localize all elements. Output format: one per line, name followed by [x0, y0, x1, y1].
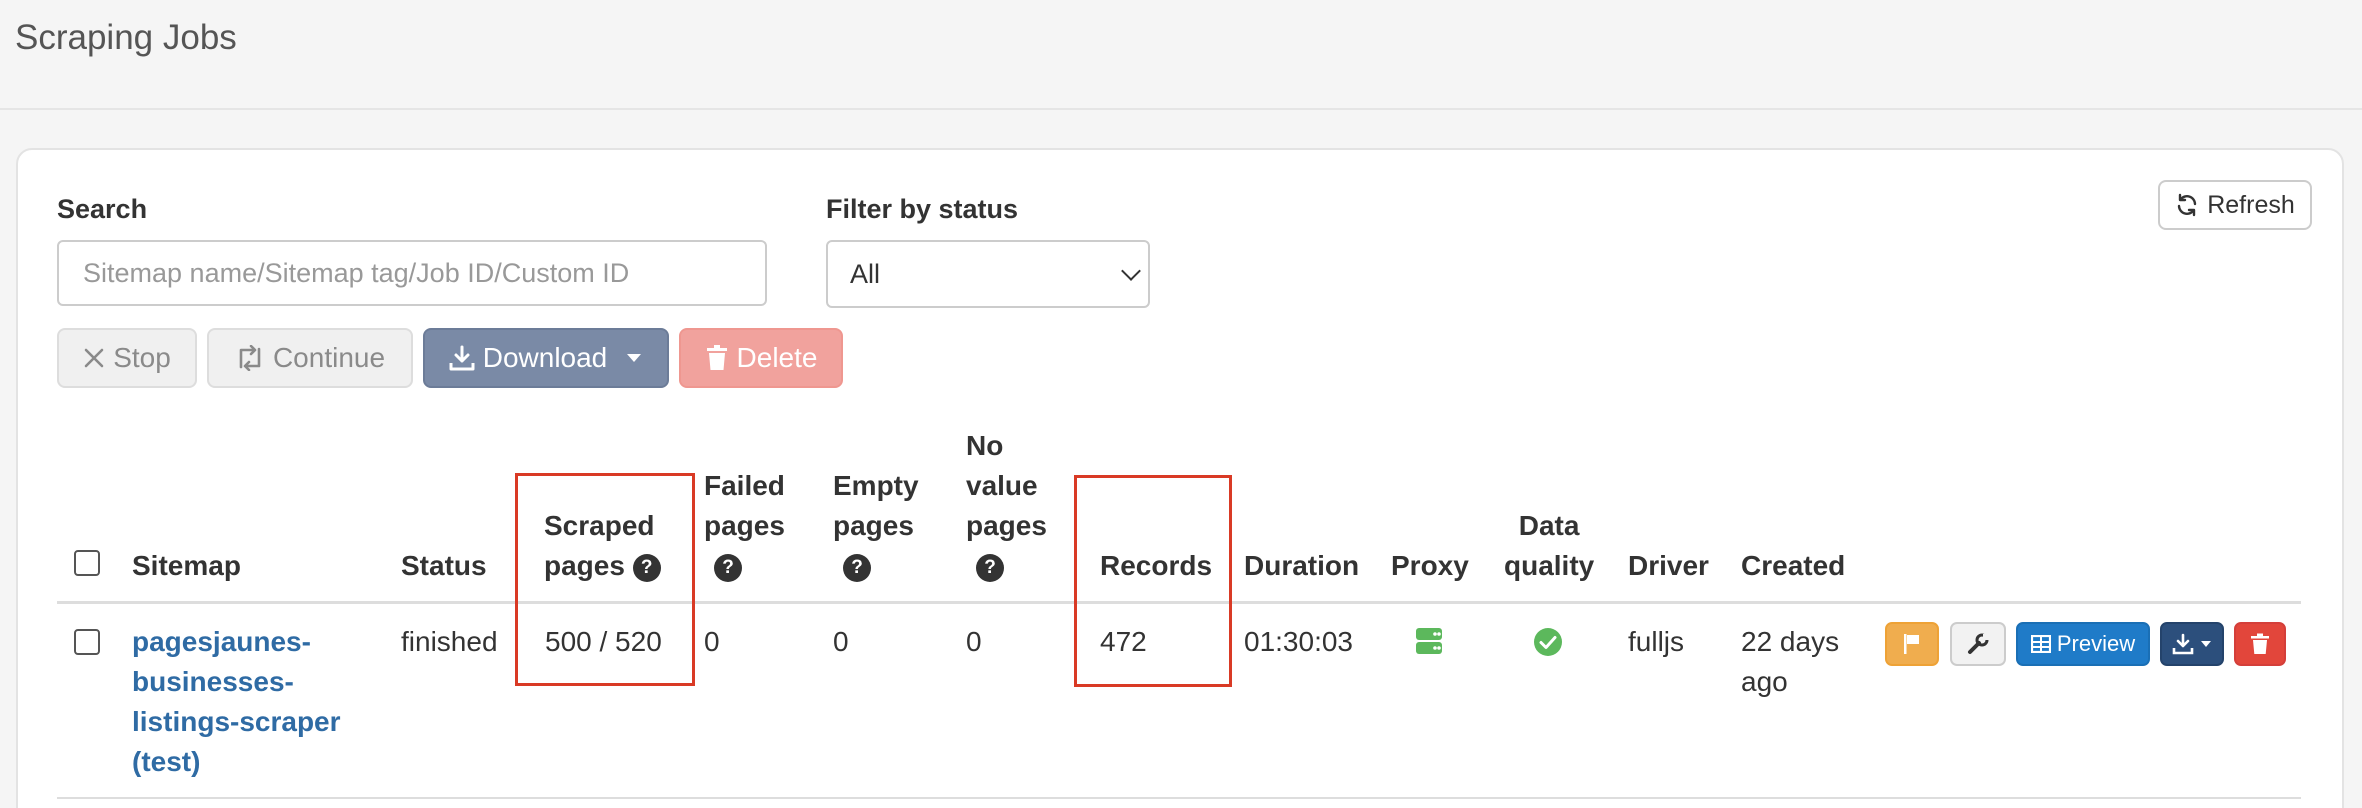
status-filter-select[interactable]: All	[826, 240, 1150, 308]
duration-value: 01:30:03	[1244, 626, 1353, 657]
sitemap-link-line: listings-scraper	[132, 706, 341, 737]
wrench-icon	[1968, 633, 1989, 654]
created-value-line: 22 days	[1741, 626, 1840, 657]
help-icon[interactable]: ?	[714, 553, 742, 582]
help-icon[interactable]: ?	[843, 553, 871, 582]
column-no-value-pages-line3: pages	[966, 510, 1047, 541]
download-icon	[2172, 633, 2194, 655]
continue-button[interactable]: Continue	[207, 328, 413, 388]
no-value-pages-value: 0	[966, 626, 982, 657]
download-button[interactable]: Download	[423, 328, 669, 388]
column-created[interactable]: Created	[1741, 546, 1845, 586]
continue-label: Continue	[272, 342, 386, 373]
help-icon[interactable]: ?	[976, 553, 1004, 582]
refresh-label: Refresh	[2207, 190, 2295, 219]
stop-label: Stop	[113, 342, 171, 373]
flag-icon	[1904, 634, 1919, 654]
flag-button[interactable]	[1885, 622, 1939, 666]
column-data-quality[interactable]: Data quality	[1504, 506, 1594, 586]
sitemap-link-line: (test)	[132, 746, 201, 777]
column-empty-pages-line1: Empty	[833, 470, 919, 501]
column-sitemap[interactable]: Sitemap	[132, 546, 241, 586]
scraped-pages-highlight	[515, 473, 695, 686]
caret-down-icon	[2201, 641, 2211, 647]
column-failed-pages[interactable]: Failed pages ?	[704, 466, 785, 586]
driver-value: fulljs	[1628, 626, 1685, 657]
column-data-quality-line1: Data	[1518, 510, 1580, 541]
preview-button[interactable]: Preview	[2016, 622, 2150, 666]
delete-label: Delete	[736, 342, 818, 373]
sitemap-link[interactable]: pagesjaunes- businesses- listings-scrape…	[132, 622, 341, 782]
created-value: 22 days ago	[1741, 622, 1839, 702]
delete-button[interactable]: Delete	[679, 328, 843, 388]
stop-button[interactable]: Stop	[57, 328, 197, 388]
sitemap-link-line: businesses-	[132, 666, 294, 697]
filter-label: Filter by status	[826, 194, 1019, 224]
page-title: Scraping Jobs	[15, 18, 237, 57]
page-header: Scraping Jobs	[0, 0, 2362, 110]
server-icon	[1416, 628, 1442, 654]
preview-label: Preview	[2056, 631, 2136, 656]
trash-icon	[2251, 633, 2269, 654]
empty-pages-value: 0	[833, 626, 849, 657]
sitemap-link-line: pagesjaunes-	[132, 626, 311, 657]
select-all-checkbox[interactable]	[74, 550, 100, 576]
close-icon	[84, 348, 104, 368]
column-no-value-pages-line2: value	[966, 470, 1038, 501]
table-icon	[2030, 635, 2051, 653]
download-icon	[449, 345, 475, 371]
column-driver[interactable]: Driver	[1628, 546, 1709, 586]
search-label: Search	[57, 194, 148, 224]
status-value: finished	[401, 626, 498, 657]
chevron-down-icon	[1121, 261, 1141, 281]
column-proxy[interactable]: Proxy	[1391, 546, 1469, 586]
column-no-value-pages-line1: No	[966, 430, 1004, 461]
failed-pages-value: 0	[704, 626, 720, 657]
trash-icon	[706, 345, 727, 370]
refresh-button[interactable]: Refresh	[2158, 180, 2312, 230]
row-divider	[57, 797, 2301, 799]
created-value-line: ago	[1741, 666, 1788, 697]
caret-down-icon	[627, 354, 642, 362]
column-failed-pages-line2: pages	[704, 510, 785, 541]
download-label: Download	[482, 342, 608, 373]
retweet-icon	[239, 345, 261, 371]
column-data-quality-line2: quality	[1504, 550, 1595, 581]
column-duration[interactable]: Duration	[1244, 546, 1359, 586]
column-no-value-pages[interactable]: No value pages ?	[966, 426, 1047, 586]
row-download-button[interactable]	[2160, 622, 2224, 666]
column-failed-pages-line1: Failed	[704, 470, 785, 501]
search-input[interactable]	[57, 240, 767, 306]
row-checkbox[interactable]	[74, 629, 100, 655]
refresh-icon	[2178, 193, 2197, 217]
column-status[interactable]: Status	[401, 546, 487, 586]
check-circle-icon	[1534, 628, 1562, 656]
column-empty-pages-line2: pages	[833, 510, 914, 541]
edit-button[interactable]	[1950, 622, 2006, 666]
records-highlight	[1074, 475, 1232, 687]
column-empty-pages[interactable]: Empty pages ?	[833, 466, 919, 586]
row-delete-button[interactable]	[2234, 622, 2286, 666]
status-filter-value: All	[850, 258, 881, 289]
